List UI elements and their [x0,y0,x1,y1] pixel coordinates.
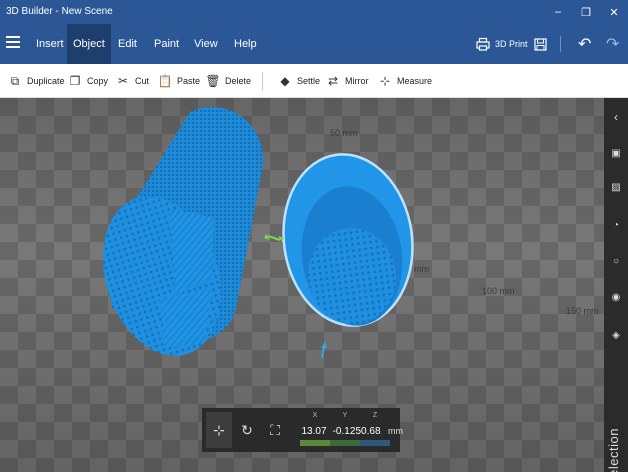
menu-edit[interactable]: Edit [112,24,143,64]
scissors-icon: ✂ [117,74,129,88]
window-title: 3D Builder - New Scene [6,6,113,17]
undo-button[interactable]: ↶ [578,24,591,64]
rotate-tool-button[interactable]: ↻ [234,412,260,448]
scale-tool-button[interactable]: ⛶ [262,412,288,448]
z-axis-bar [360,440,390,446]
save-button[interactable] [534,24,547,64]
copy-button[interactable]: ❐ Copy [68,64,108,98]
delete-button[interactable]: 🗑 Delete [205,64,252,98]
mirror-label: Mirror [345,76,369,86]
selection-label: Selection [606,428,621,472]
select-color-icon[interactable]: ◔ [609,218,623,232]
x-axis-bar [300,440,330,446]
settle-label: Settle [297,76,321,86]
paste-label: Paste [177,76,201,86]
delete-label: Delete [225,76,252,86]
undo-icon: ↶ [578,36,592,53]
scale-label-150: 150 mm [566,306,599,316]
y-axis-label: Y [342,412,348,419]
menu-insert[interactable]: Insert [30,24,70,64]
minimize-button[interactable]: – [544,0,572,24]
duplicate-icon: ⧉ [10,73,20,88]
duplicate-button[interactable]: ⧉ Duplicate [8,64,65,98]
measure-label: Measure [397,76,433,86]
mirror-icon: ⇄ [327,74,339,88]
redo-icon: ↷ [606,36,620,53]
copy-icon: ❐ [69,74,81,88]
menu-object[interactable]: Object [67,24,111,64]
cup-object[interactable] [273,146,424,334]
duplicate-label: Duplicate [27,76,65,86]
menu-divider [560,36,561,52]
menu-paint[interactable]: Paint [148,24,185,64]
transform-panel: ⊹ ↻ ⛶ X Y Z 13.07 -0.12 50.68 mm [202,408,403,452]
scale-label-mm: mm [414,264,429,274]
clipboard-icon: 📋 [157,74,173,88]
close-button[interactable]: ✕ [600,0,628,24]
printer-icon [476,37,490,51]
selection-panel: ‹ ▣ ▨ ◔ ○ ◉ ◈ Selection [604,98,628,472]
move-icon: ⊹ [213,421,225,438]
measure-button[interactable]: ⊹ Measure [378,64,432,98]
scale-label-100: 100 mm [482,286,515,296]
hamburger-menu-icon[interactable] [6,36,20,50]
cut-label: Cut [135,76,150,86]
copy-label: Copy [87,76,109,86]
menu-bar: Insert Object Edit Paint View Help 3D Pr… [0,24,628,64]
rotate-icon: ↻ [241,421,253,438]
collapse-panel-icon[interactable]: ‹ [609,110,623,124]
scale-icon: ⛶ [270,421,280,438]
measure-icon: ⊹ [379,74,391,88]
object-toolbar: ⧉ Duplicate ❐ Copy ✂ Cut 📋 Paste 🗑 Delet… [0,64,628,98]
unit-label: mm [388,426,403,436]
paste-button[interactable]: 📋 Paste [158,64,200,98]
select-lasso-icon[interactable]: ◈ [609,328,623,342]
toolbar-divider [262,72,263,90]
move-tool-button[interactable]: ⊹ [206,412,232,448]
scale-label-50: 50 mm [330,128,358,138]
cut-button[interactable]: ✂ Cut [116,64,149,98]
maximize-button[interactable]: ❐ [572,0,600,24]
z-value-input[interactable]: 50.68 [352,426,384,437]
settle-button[interactable]: ◆ Settle [278,64,320,98]
menu-help[interactable]: Help [228,24,263,64]
mirror-button[interactable]: ⇄ Mirror [326,64,369,98]
select-brush-icon[interactable]: ◉ [609,290,623,304]
z-axis-label: Z [372,412,378,419]
print-label: 3D Print [495,39,528,49]
settle-icon: ◆ [280,74,290,88]
select-objects-icon[interactable]: ▣ [609,146,623,160]
y-axis-bar [330,440,360,446]
x-value-input[interactable]: 13.07 [298,426,330,437]
trash-icon: 🗑 [205,74,221,88]
select-circle-icon[interactable]: ○ [609,254,623,268]
save-icon [534,37,547,51]
cylinder-object[interactable] [83,107,264,371]
select-faces-icon[interactable]: ▨ [609,180,623,194]
x-axis-label: X [312,412,318,419]
title-bar: 3D Builder - New Scene – ❐ ✕ [0,0,628,24]
redo-button[interactable]: ↷ [606,24,619,64]
print-button[interactable]: 3D Print [476,24,528,64]
menu-view[interactable]: View [188,24,224,64]
